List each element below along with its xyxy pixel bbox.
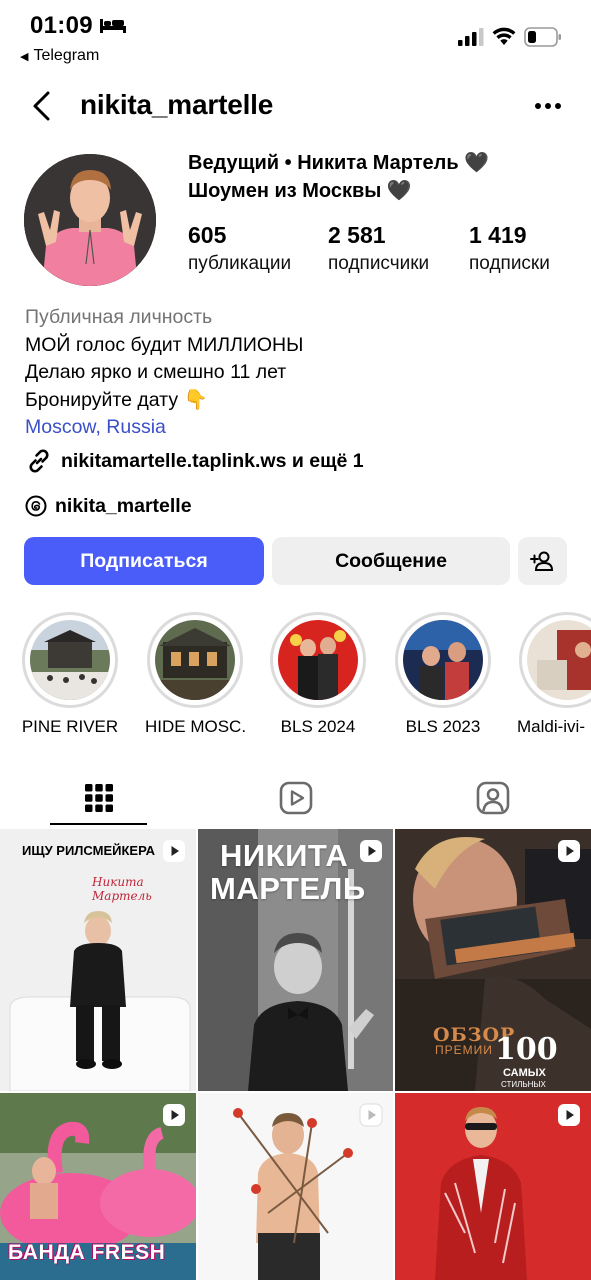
highlight-cover (30, 620, 110, 700)
post-caption-line2: МАРТЕЛЬ (210, 871, 366, 906)
bio-line: МОЙ голос будит МИЛЛИОНЫ (25, 333, 304, 356)
award-badge-sub2: СТИЛЬНЫХ (501, 1080, 546, 1089)
profile-location-link[interactable]: Moscow, Russia (25, 414, 303, 442)
suggested-users-button[interactable] (518, 537, 567, 585)
post-signature: Никита Мартель (92, 875, 152, 903)
threads-profile-link[interactable]: nikita_martelle (25, 493, 192, 519)
reel-badge-icon (163, 1104, 185, 1126)
highlight-label: BLS 2023 (405, 717, 481, 736)
profile-category: Публичная личность (25, 306, 213, 328)
cellular-signal-icon (458, 28, 484, 46)
highlight-ring (270, 612, 366, 708)
back-to-app-link[interactable]: ◀ Telegram (20, 47, 99, 65)
add-person-icon (529, 551, 553, 571)
highlight-ring (519, 612, 591, 708)
stat-followers[interactable]: 2 581 подписчики (328, 222, 429, 275)
award-badge-number: 100 (495, 1032, 558, 1067)
status-time: 01:09 (30, 12, 93, 39)
message-button[interactable]: Сообщение (272, 537, 510, 585)
stat-following-label: подписки (469, 253, 550, 274)
highlight-item[interactable]: BLS 2024 (268, 612, 368, 737)
link-icon (29, 449, 49, 473)
profile-display-name-line1: Ведущий • Никита Мартель 🖤 (188, 152, 490, 174)
post-caption-line2: ПРЕМИИ (435, 1043, 493, 1057)
highlight-label: PINE RIVER (21, 717, 119, 736)
more-options-icon[interactable] (534, 102, 562, 110)
post-image (395, 829, 591, 1091)
active-tab-indicator (50, 823, 147, 825)
reel-badge-icon (360, 840, 382, 862)
award-badge-sub: САМЫХ (503, 1067, 546, 1079)
battery-icon (524, 27, 561, 47)
profile-display-name-line2: Шоумен из Москвы 🖤 (188, 180, 412, 202)
post-caption: ИЩУ РИЛСМЕЙКЕРА (22, 843, 156, 858)
highlight-cover (155, 620, 235, 700)
tab-tagged[interactable] (394, 768, 591, 828)
highlight-item[interactable]: BLS 2023 (393, 612, 493, 737)
story-highlights: PINE RIVER HIDE MOSC... BLS 2024 BLS 202… (0, 612, 591, 742)
bio-line: Делаю ярко и смешно 11 лет (25, 361, 287, 383)
highlight-label: BLS 2024 (280, 717, 356, 736)
post-thumbnail[interactable]: ОБЗОР ПРЕМИИ 100 САМЫХ СТИЛЬНЫХ (395, 829, 591, 1091)
stat-followers-value: 2 581 (328, 222, 386, 248)
grid-icon (84, 784, 113, 812)
post-image (0, 829, 196, 1091)
stat-posts-value: 605 (188, 222, 227, 248)
back-arrow-icon[interactable] (28, 90, 54, 122)
sleep-focus-icon (100, 19, 126, 33)
post-thumbnail[interactable] (198, 1093, 393, 1280)
profile-external-link[interactable]: nikitamartelle.taplink.ws и ещё 1 (25, 447, 364, 475)
highlight-label: HIDE MOSC... (145, 717, 245, 736)
post-thumbnail[interactable]: НИКИТА МАРТЕЛЬ (198, 829, 393, 1091)
tab-posts-grid[interactable] (0, 768, 197, 828)
tagged-icon (476, 781, 509, 815)
post-caption-line1: НИКИТА (220, 838, 349, 873)
threads-username: nikita_martelle (55, 494, 192, 517)
profile-username-title: nikita_martelle (80, 89, 274, 120)
post-caption: БАНДА FRESH (8, 1241, 166, 1264)
post-thumbnail[interactable]: ИЩУ РИЛСМЕЙКЕРА Никита Мартель (0, 829, 196, 1091)
reels-icon (279, 781, 312, 815)
highlight-label: Maldi-ivi- (517, 717, 585, 736)
tab-reels[interactable] (197, 768, 394, 828)
profile-header: nikita_martelle (0, 80, 591, 132)
wifi-icon (492, 27, 516, 45)
post-thumbnail[interactable] (395, 1093, 591, 1280)
highlight-item[interactable]: Maldi-ivi- (517, 612, 591, 737)
profile-avatar[interactable] (24, 154, 156, 286)
highlight-ring (147, 612, 243, 708)
highlight-cover (403, 620, 483, 700)
reel-badge-icon (359, 1103, 383, 1127)
highlight-cover (278, 620, 358, 700)
highlight-cover (527, 620, 591, 700)
back-triangle-icon: ◀ (20, 51, 29, 63)
back-app-label: Telegram (33, 47, 100, 64)
highlight-ring (22, 612, 118, 708)
highlight-item[interactable]: HIDE MOSC... (145, 612, 245, 737)
stat-following[interactable]: 1 419 подписки (469, 222, 550, 275)
stat-followers-label: подписчики (328, 253, 430, 274)
post-thumbnail[interactable]: БАНДА FRESH (0, 1093, 196, 1280)
avatar-photo (24, 154, 156, 286)
stat-following-value: 1 419 (469, 222, 527, 248)
status-bar: 01:09 ◀ Telegram (0, 0, 591, 78)
profile-content-tabs (0, 768, 591, 828)
reel-badge-icon (163, 840, 185, 862)
highlight-ring (395, 612, 491, 708)
posts-grid: ИЩУ РИЛСМЕЙКЕРА Никита Мартель НИКИТА МА… (0, 829, 591, 1280)
reel-badge-icon (558, 840, 580, 862)
follow-button[interactable]: Подписаться (24, 537, 264, 585)
threads-icon (25, 495, 47, 517)
profile-link-text: nikitamartelle.taplink.ws и ещё 1 (61, 449, 364, 472)
profile-bio: Публичная личность МОЙ голос будит МИЛЛИ… (25, 304, 303, 442)
reel-badge-icon (558, 1104, 580, 1126)
stat-posts[interactable]: 605 публикации (188, 222, 291, 275)
highlight-item[interactable]: PINE RIVER (20, 612, 120, 737)
stat-posts-label: публикации (188, 253, 292, 274)
bio-line: Бронируйте дату 👇 (25, 388, 208, 411)
